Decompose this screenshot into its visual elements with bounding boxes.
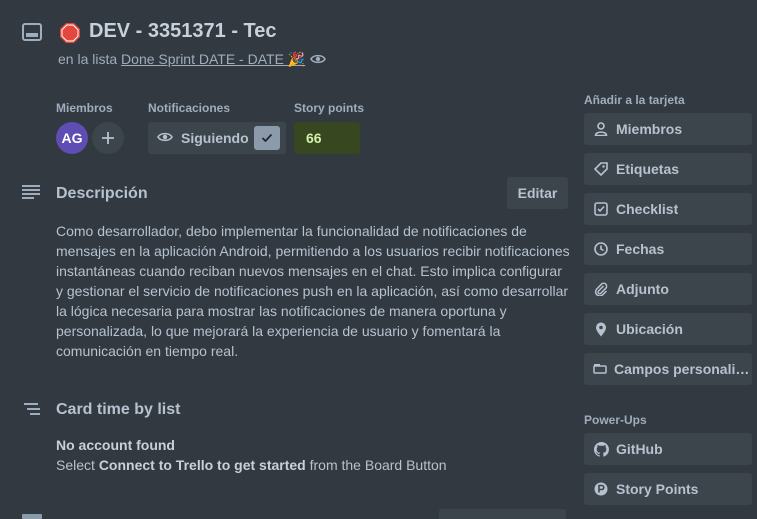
select-suffix: from the Board Button: [309, 457, 447, 473]
github-icon: [593, 441, 609, 457]
connect-instructions: Select Connect to Trello to get started …: [56, 457, 447, 473]
sidebar-labels-button[interactable]: Etiquetas: [584, 153, 752, 185]
sidebar-custom-fields-button[interactable]: Campos personalizados: [584, 353, 752, 385]
edit-description-button[interactable]: Editar: [507, 177, 568, 209]
sidebar-attachment-label: Adjunto: [616, 281, 669, 297]
avatar[interactable]: AG: [56, 122, 88, 154]
sidebar-labels-label: Etiquetas: [616, 161, 680, 177]
add-to-card-label: Añadir a la tarjeta: [584, 93, 685, 107]
sidebar-members-label: Miembros: [616, 121, 683, 137]
sidebar-members-button[interactable]: Miembros: [584, 113, 752, 145]
sidebar-location-button[interactable]: Ubicación: [584, 313, 752, 345]
powerup-story-points-button[interactable]: Story Points: [584, 473, 752, 505]
clock-icon: [593, 241, 609, 257]
card-title[interactable]: DEV - 3351371 - Tec: [89, 20, 277, 43]
stop-sign-icon: [60, 23, 80, 43]
powerup-github-button[interactable]: GitHub: [584, 433, 752, 465]
plus-icon: [101, 125, 115, 151]
checklist-icon: [593, 201, 609, 217]
members-label: Miembros: [56, 101, 113, 115]
follow-button[interactable]: Siguiendo: [148, 122, 286, 154]
description-body: Como desarrollador, debo implementar la …: [56, 223, 570, 359]
sidebar-dates-label: Fechas: [616, 241, 665, 257]
power-ups-label: Power-Ups: [584, 413, 647, 427]
sidebar-checklist-button[interactable]: Checklist: [584, 193, 752, 225]
eye-icon: [157, 130, 173, 147]
no-account-text: No account found: [56, 437, 175, 453]
powerup-story-points-label: Story Points: [616, 481, 699, 497]
activity-icon: [22, 514, 42, 519]
card-icon: [22, 23, 42, 41]
check-icon: [254, 126, 280, 150]
story-points-icon: [593, 481, 609, 497]
connect-link-text: Connect to Trello to get started: [98, 457, 306, 473]
activity-toggle-button[interactable]: [439, 509, 566, 519]
description-title: Descripción: [56, 185, 148, 202]
in-list-info: en la lista Done Sprint DATE - DATE 🎉: [58, 51, 305, 68]
sidebar-location-label: Ubicación: [616, 321, 683, 337]
paperclip-icon: [593, 281, 609, 297]
story-points-label: Story points: [294, 101, 365, 115]
sidebar-attachment-button[interactable]: Adjunto: [584, 273, 752, 305]
tag-icon: [593, 161, 609, 177]
in-list-prefix: en la lista: [58, 51, 118, 67]
location-pin-icon: [593, 321, 609, 337]
custom-fields-icon: [593, 361, 607, 377]
add-member-button[interactable]: [92, 122, 124, 154]
story-points-value[interactable]: 66: [294, 122, 360, 154]
notifications-label: Notificaciones: [148, 101, 231, 115]
person-icon: [593, 121, 609, 137]
sidebar-dates-button[interactable]: Fechas: [584, 233, 752, 265]
sidebar-custom-fields-label: Campos personalizados: [614, 361, 752, 377]
follow-button-label: Siguiendo: [181, 130, 249, 146]
select-prefix: Select: [56, 457, 95, 473]
description-text[interactable]: Como desarrollador, debo implementar la …: [56, 221, 572, 361]
card-time-title: Card time by list: [56, 401, 181, 418]
powerup-github-label: GitHub: [616, 441, 663, 457]
list-name-link[interactable]: Done Sprint DATE - DATE 🎉: [121, 51, 305, 67]
description-icon: [22, 185, 40, 199]
sidebar-checklist-label: Checklist: [616, 201, 679, 217]
eye-icon[interactable]: [310, 52, 326, 66]
card-time-icon: [24, 403, 40, 415]
